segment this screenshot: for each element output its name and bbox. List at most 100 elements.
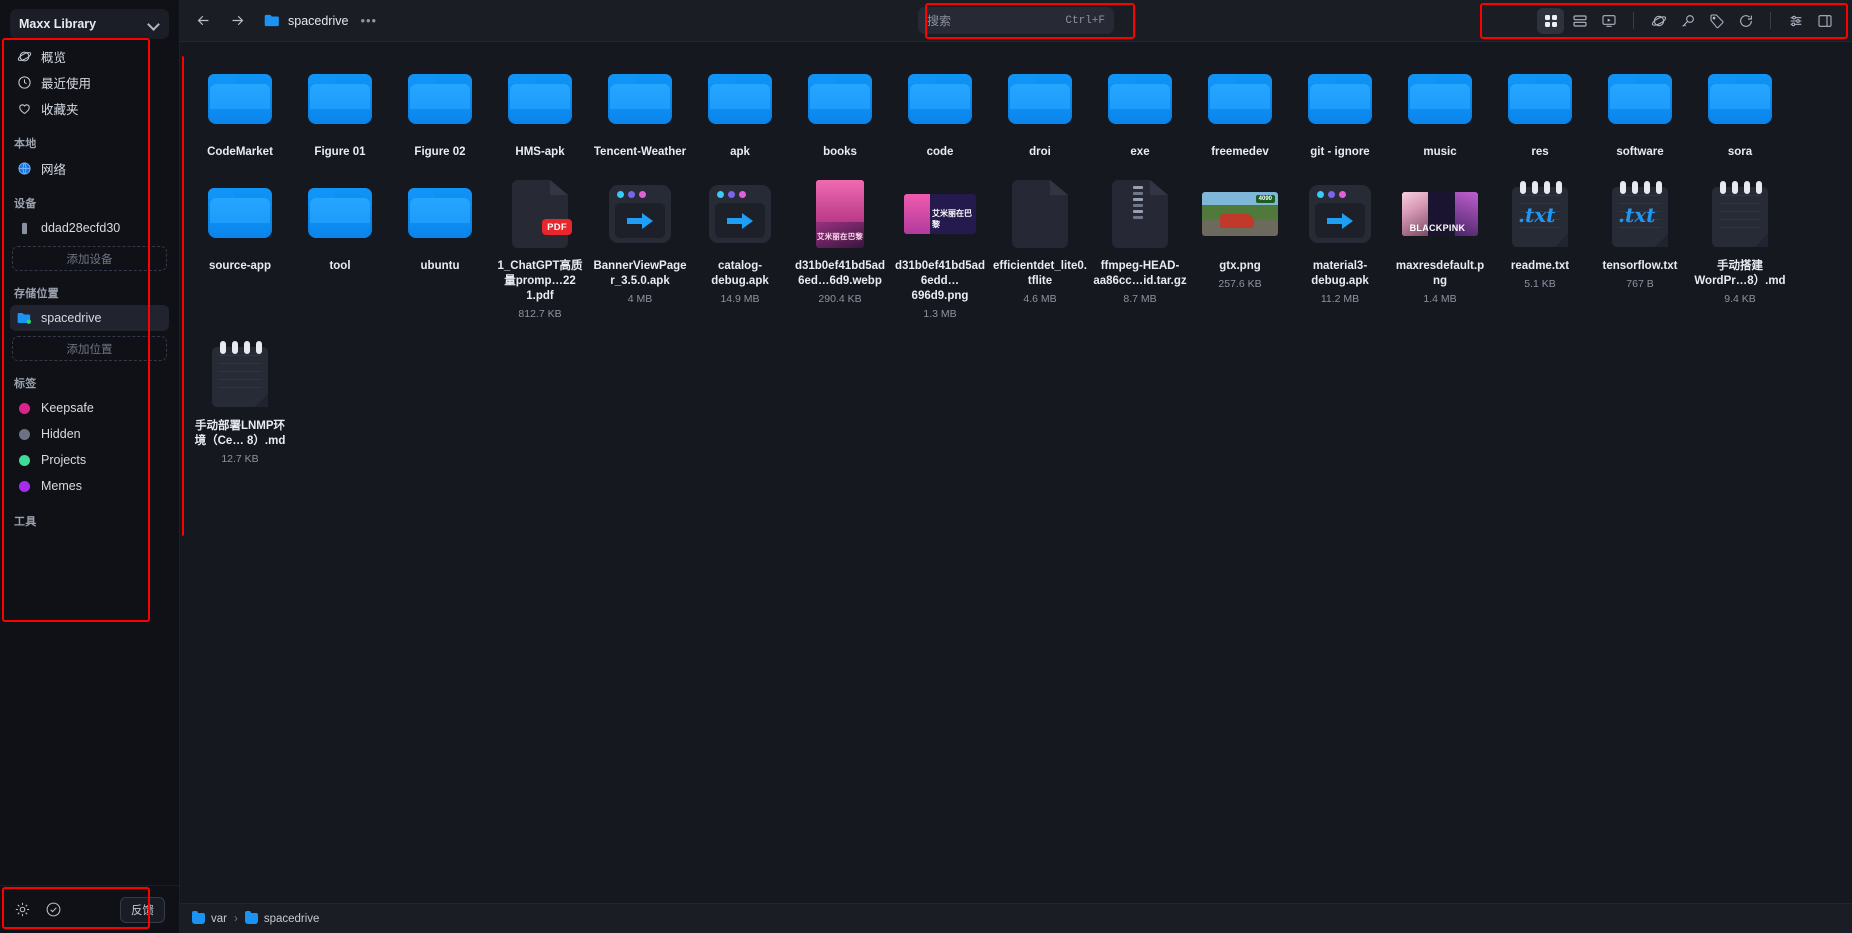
grid-view-icon[interactable] [1537,7,1564,34]
list-view-icon[interactable] [1566,8,1593,34]
gear-icon[interactable] [14,901,31,918]
file-item[interactable]: Figure 01 [290,58,390,168]
sidebar-item-label: 概览 [41,50,67,65]
forward-button[interactable] [224,8,250,34]
file-item[interactable]: BannerViewPager_3.5.0.apk 4 MB [590,172,690,328]
file-item[interactable]: catalog-debug.apk 14.9 MB [690,172,790,328]
sidebar-tag-label: Keepsafe [41,401,94,415]
media-view-icon[interactable] [1595,8,1622,34]
file-size: 257.6 KB [1218,278,1262,290]
file-item[interactable]: exe [1090,58,1190,168]
file-name: git - ignore [1310,146,1370,158]
file-item[interactable]: sora [1690,58,1790,168]
sidebar-item-device[interactable]: ddad28ecfd30 [10,215,169,241]
options-icon[interactable] [1782,8,1809,34]
sidebar-item-label: 收藏夹 [41,102,79,117]
folder-icon [208,74,272,126]
sidebar-tag-label: Projects [41,453,87,467]
file-item[interactable]: PDF 1_ChatGPT高质量promp…22 1.pdf 812.7 KB [490,172,590,328]
file-name: droi [1029,146,1051,158]
file-size: 1.3 MB [923,308,957,320]
file-thumbnail: .txt [1602,178,1678,250]
file-item[interactable]: .txt tensorflow.txt 767 B [1590,172,1690,328]
breadcrumb-spacedrive[interactable]: spacedrive [244,911,319,925]
check-circle-icon[interactable] [45,901,62,918]
file-name: ffmpeg-HEAD-aa86cc…id.tar.gz [1093,260,1187,287]
search-input[interactable]: 搜索 Ctrl+F [918,7,1114,34]
sidebar-item-favorites[interactable]: 收藏夹 [10,95,169,121]
file-item[interactable]: 艾米丽在巴黎 d31b0ef41bd5ad6ed…6d9.webp 290.4 KB [790,172,890,328]
file-name: freemedev [1211,146,1269,158]
file-item[interactable]: .txt readme.txt 5.1 KB [1490,172,1590,328]
file-item[interactable]: 4090 gtx.png 257.6 KB [1190,172,1290,328]
folder-icon [1708,74,1772,126]
file-item[interactable]: Figure 02 [390,58,490,168]
sidebar-item-location-spacedrive[interactable]: spacedrive [10,305,169,331]
key-icon[interactable] [1674,8,1701,34]
file-item[interactable]: ffmpeg-HEAD-aa86cc…id.tar.gz 8.7 MB [1090,172,1190,328]
sidebar-item-overview[interactable]: 概览 [10,43,169,69]
sidebar-tag-hidden[interactable]: Hidden [10,421,169,447]
file-item[interactable]: music [1390,58,1490,168]
file-item[interactable]: CodeMarket [190,58,290,168]
sidebar-tag-keepsafe[interactable]: Keepsafe [10,395,169,421]
file-thumbnail [302,64,378,136]
archive-file-icon [1112,180,1168,248]
planet-icon[interactable] [1645,8,1672,34]
back-button[interactable] [190,8,216,34]
file-thumbnail [1602,64,1678,136]
file-name: books [823,146,857,158]
file-name: catalog-debug.apk [711,260,769,287]
file-item[interactable]: software [1590,58,1690,168]
sidebar-item-label: 最近使用 [41,76,92,91]
file-item[interactable]: apk [690,58,790,168]
add-location-button[interactable]: 添加位置 [12,336,167,361]
file-item[interactable]: git - ignore [1290,58,1390,168]
file-size: 1.4 MB [1423,293,1457,305]
file-thumbnail [502,64,578,136]
sidebar-item-recents[interactable]: 最近使用 [10,69,169,95]
file-item[interactable]: ubuntu [390,172,490,328]
sidebar-tag-memes[interactable]: Memes [10,473,169,499]
file-item[interactable]: 手动搭建WordPr…8）.md 9.4 KB [1690,172,1790,328]
file-item[interactable]: material3-debug.apk 11.2 MB [1290,172,1390,328]
file-item[interactable]: tool [290,172,390,328]
sidebar-footer: 反馈 [0,885,179,933]
breadcrumb-var[interactable]: var [192,911,227,925]
image-thumbnail: 艾米丽在巴黎 [816,180,864,248]
path-overflow-button[interactable]: ••• [360,13,377,28]
file-item[interactable]: droi [990,58,1090,168]
file-item[interactable]: Tencent-Weather [590,58,690,168]
toolbar-separator [1633,12,1634,29]
file-item[interactable]: efficientdet_lite0.tflite 4.6 MB [990,172,1090,328]
tag-icon[interactable] [1703,8,1730,34]
inspector-icon[interactable] [1811,8,1838,34]
file-size: 11.2 MB [1320,293,1360,305]
file-item[interactable]: source-app [190,172,290,328]
file-item[interactable]: HMS-apk [490,58,590,168]
feedback-button[interactable]: 反馈 [120,896,165,923]
chevron-down-icon [148,18,160,30]
refresh-icon[interactable] [1732,8,1759,34]
file-item[interactable]: 艾米丽在巴黎 d31b0ef41bd5ad6edd…696d9.png 1.3 MB [890,172,990,328]
folder-icon [208,188,272,240]
file-item[interactable]: code [890,58,990,168]
file-name: res [1531,146,1549,158]
folder-icon [308,74,372,126]
file-size: 14.9 MB [720,293,760,305]
sidebar-item-network[interactable]: 网络 [10,155,169,181]
file-item[interactable]: freemedev [1190,58,1290,168]
folder-icon [1108,74,1172,126]
file-item[interactable]: BLACKPINK maxresdefault.png 1.4 MB [1390,172,1490,328]
path-breadcrumb[interactable]: spacedrive [264,13,348,28]
library-switcher[interactable]: Maxx Library [10,9,169,39]
file-item[interactable]: books [790,58,890,168]
folder-icon [1208,74,1272,126]
add-device-button[interactable]: 添加设备 [12,246,167,271]
file-item[interactable]: 手动部署LNMP环境（Ce… 8）.md 12.7 KB [190,332,290,473]
sidebar-tag-projects[interactable]: Projects [10,447,169,473]
txt-file-icon: .txt [1612,181,1668,247]
txt-file-icon: .txt [1512,181,1568,247]
file-item[interactable]: res [1490,58,1590,168]
section-title-tags: 标签 [14,378,37,390]
